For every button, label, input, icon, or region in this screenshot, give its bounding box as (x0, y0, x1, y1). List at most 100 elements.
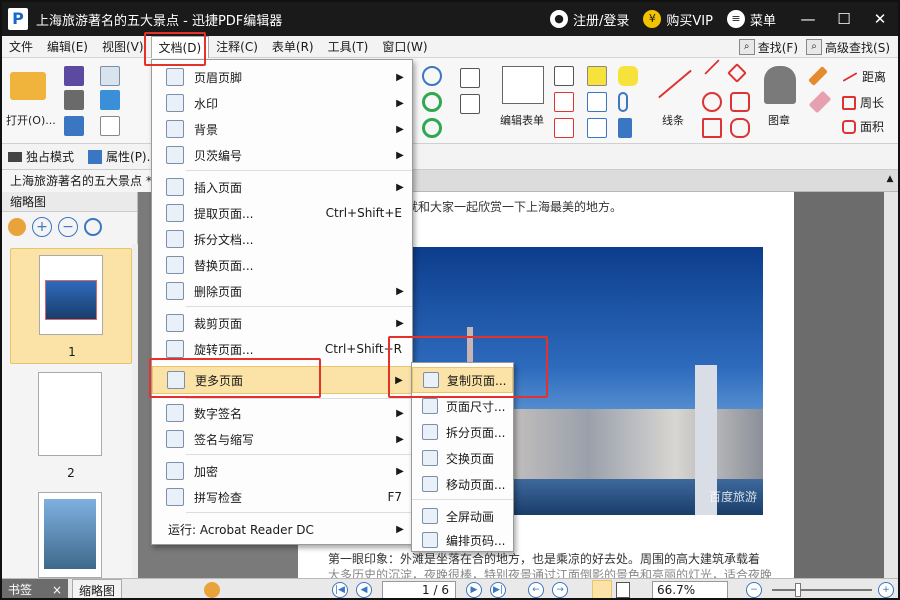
line-tool-button[interactable] (654, 64, 696, 104)
menu-item-watermark[interactable]: 水印 ▶ (152, 90, 412, 116)
prev-page-button[interactable]: ◀ (356, 582, 372, 598)
menu-item-more-pages[interactable]: 更多页面 ▶ (152, 366, 412, 394)
area-button[interactable]: 面积 (842, 118, 884, 135)
zoom-out-button[interactable]: − (746, 582, 762, 598)
bookmark-tab[interactable]: 书签 × (2, 579, 69, 598)
pencil-button[interactable] (808, 66, 828, 86)
note-button[interactable] (618, 66, 638, 86)
new-doc-button[interactable] (100, 116, 120, 136)
rectangle-tool-button[interactable] (702, 118, 722, 138)
attach-button[interactable] (618, 92, 628, 112)
settings-icon[interactable] (8, 218, 26, 236)
back-button[interactable]: ← (528, 582, 544, 598)
maximize-button[interactable]: ☐ (826, 10, 862, 28)
text-select-button[interactable] (554, 118, 574, 138)
save-button[interactable] (64, 66, 84, 86)
forward-button[interactable]: → (552, 582, 568, 598)
cloud-shape-button[interactable] (730, 118, 750, 138)
menu-item-bates-number[interactable]: 贝茨编号 ▶ (152, 142, 412, 168)
next-page-button[interactable]: ▶ (466, 582, 482, 598)
submenu-item-arrange-page-number[interactable]: 编排页码... (412, 527, 513, 553)
menu-item-crop-page[interactable]: 裁剪页面 ▶ (152, 310, 412, 336)
advanced-find-button[interactable]: ⌕ 高级查找(S) (806, 39, 890, 56)
bookmark-tab-close[interactable]: × (52, 583, 62, 597)
zoom-out-thumbnail-button[interactable]: − (58, 217, 78, 237)
menu-item-spell-check[interactable]: 拼写检查 F7 (152, 484, 412, 510)
eraser-button[interactable] (808, 90, 832, 114)
menu-file[interactable]: 文件 (2, 36, 40, 58)
ellipse-tool-button[interactable] (702, 92, 722, 112)
properties-button[interactable]: 属性(P)... (88, 148, 158, 165)
open-button[interactable] (8, 66, 48, 106)
zoom-in-status-button[interactable]: + (878, 582, 894, 598)
menu-item-digital-signature[interactable]: 数字签名 ▶ (152, 400, 412, 426)
pentagon-tool-button[interactable] (730, 92, 750, 112)
thumbnail-page-3[interactable] (10, 490, 132, 578)
tab-scroll-up-icon[interactable]: ▲ (884, 174, 896, 186)
single-page-view-button[interactable] (592, 580, 612, 598)
menu-item-background[interactable]: 背景 ▶ (152, 116, 412, 142)
menu-item-rotate-page[interactable]: 旋转页面... Ctrl+Shift+R (152, 336, 412, 362)
menu-view[interactable]: 视图(V) (95, 36, 151, 58)
underline-button[interactable] (587, 118, 607, 138)
arrow-tool-button[interactable] (702, 59, 722, 75)
zoom-level-select[interactable]: 66.7% (652, 581, 728, 598)
menu-comment[interactable]: 注释(C) (209, 36, 265, 58)
rotate-left-button[interactable] (422, 92, 442, 112)
rotate-thumbnail-icon[interactable] (84, 218, 102, 236)
exclusive-mode-button[interactable]: 独占模式 (8, 148, 74, 165)
submenu-item-page-size[interactable]: 页面尺寸... (412, 393, 513, 419)
minimize-button[interactable]: — (790, 10, 826, 28)
text-box-button[interactable] (460, 94, 480, 114)
menu-document[interactable]: 文档(D) (150, 35, 210, 58)
menu-item-extract-page[interactable]: 提取页面... Ctrl+Shift+E (152, 200, 412, 226)
zoom-in-thumbnail-button[interactable]: + (32, 217, 52, 237)
submenu-item-copy-page[interactable]: 复制页面... (412, 367, 513, 393)
thumbnail-tab[interactable]: 缩略图 (72, 579, 123, 598)
submenu-item-swap-page[interactable]: 交换页面 (412, 445, 513, 471)
page-number-input[interactable]: 1 / 6 (382, 581, 456, 598)
vip-button[interactable]: ¥ 购买VIP (643, 10, 713, 29)
close-button[interactable]: ✕ (862, 10, 898, 28)
submenu-item-move-page[interactable]: 移动页面... (412, 471, 513, 497)
typewriter-button[interactable] (587, 66, 607, 86)
menu-tools[interactable]: 工具(T) (321, 36, 376, 58)
menu-item-encrypt[interactable]: 加密 ▶ (152, 458, 412, 484)
two-page-view-button[interactable] (616, 582, 630, 598)
cloud-button[interactable] (100, 90, 120, 110)
thumbnail-page-1[interactable]: 1 (10, 248, 132, 364)
menu-button[interactable]: ≡ 菜单 (726, 10, 776, 29)
zoom-slider-thumb[interactable] (795, 583, 801, 597)
thumbnail-page-2[interactable]: 2 (10, 370, 132, 484)
export-button[interactable] (64, 116, 84, 136)
document-scrollbar[interactable] (884, 192, 898, 578)
perimeter-button[interactable]: 周长 (842, 94, 884, 111)
menu-form[interactable]: 表单(R) (265, 36, 321, 58)
menu-item-split-document[interactable]: 拆分文档... (152, 226, 412, 252)
find-button[interactable]: ⌕ 查找(F) (738, 39, 798, 56)
menu-item-signature-initials[interactable]: 签名与缩写 ▶ (152, 426, 412, 452)
login-button[interactable]: ● 注册/登录 (550, 10, 629, 29)
menu-edit[interactable]: 编辑(E) (40, 36, 95, 58)
text-field-button[interactable] (554, 66, 574, 86)
menu-item-insert-page[interactable]: 插入页面 ▶ (152, 174, 412, 200)
menu-item-replace-page[interactable]: 替换页面... (152, 252, 412, 278)
status-settings-icon[interactable] (204, 582, 220, 598)
last-page-button[interactable]: ▶| (490, 582, 506, 598)
submenu-item-split-page[interactable]: 拆分页面... (412, 419, 513, 445)
text-edit-button[interactable] (554, 92, 574, 112)
text-tool-button[interactable] (460, 68, 480, 88)
rotate-right-button[interactable] (422, 118, 442, 138)
distance-button[interactable]: 距离 (842, 68, 886, 85)
edit-form-button[interactable] (502, 66, 544, 104)
sound-button[interactable] (618, 118, 632, 138)
zoom-in-button[interactable] (422, 66, 442, 86)
polygon-tool-button[interactable] (727, 63, 747, 83)
menu-window[interactable]: 窗口(W) (375, 36, 434, 58)
document-tab[interactable]: 上海旅游著名的五大景点 * (2, 170, 161, 192)
first-page-button[interactable]: |◀ (332, 582, 348, 598)
stamp-button[interactable] (762, 64, 798, 106)
email-button[interactable] (100, 66, 120, 86)
zoom-slider[interactable] (772, 589, 872, 591)
strikeout-button[interactable] (587, 92, 607, 112)
